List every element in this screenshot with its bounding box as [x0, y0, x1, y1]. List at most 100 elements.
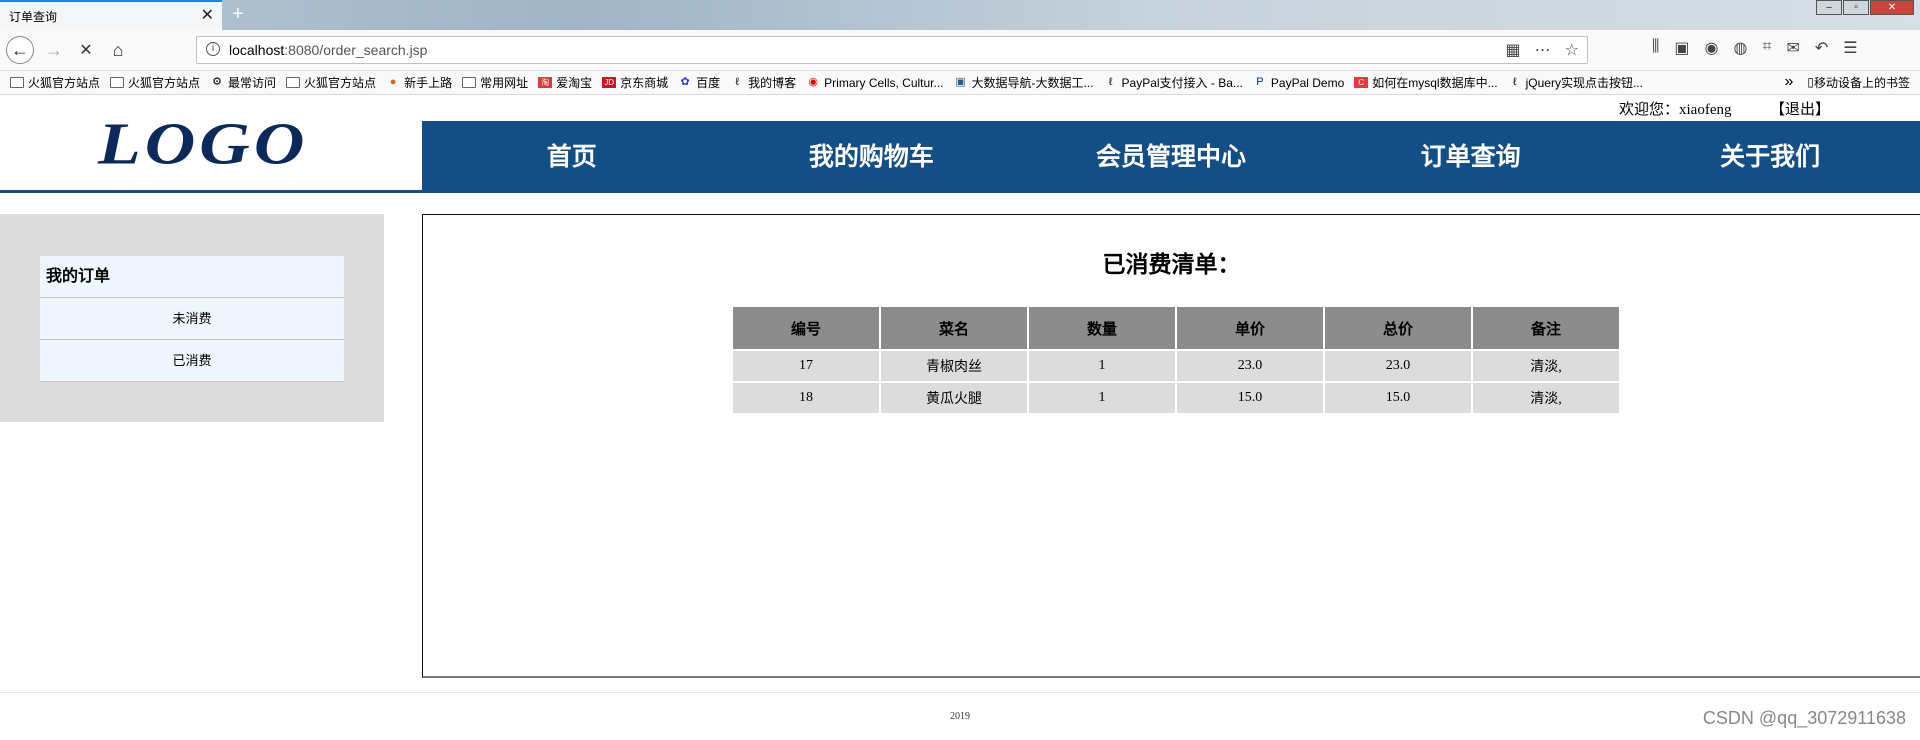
bookmark-item[interactable]: ● 新手上路	[386, 74, 452, 91]
gear-icon: ⚙	[212, 76, 222, 88]
forward-arrow-icon[interactable]: →	[40, 36, 68, 64]
nav-member-center[interactable]: 会员管理中心	[1021, 121, 1321, 193]
site-info-icon[interactable]: i	[206, 42, 220, 56]
logout-link[interactable]: 【退出】	[1770, 98, 1830, 119]
browser-tab[interactable]: 订单查询 ✕	[0, 0, 222, 30]
bookmark-label: Primary Cells, Cultur...	[824, 75, 944, 90]
undo-icon[interactable]: ↶	[1815, 38, 1828, 58]
footer-divider	[0, 692, 1920, 693]
menu-icon[interactable]: ☰	[1843, 38, 1857, 58]
close-tab-icon[interactable]: ✕	[201, 8, 214, 24]
cell-note: 清淡,	[1473, 383, 1619, 413]
bookmark-label: 常用网址	[480, 76, 529, 90]
nav-home[interactable]: 首页	[422, 121, 722, 193]
home-icon[interactable]: ⌂	[104, 36, 132, 64]
cell-note: 清淡,	[1473, 351, 1619, 381]
bookmark-label: 大数据导航-大数据工...	[971, 76, 1094, 90]
order-menu: 我的订单 未消费 已消费	[40, 256, 344, 382]
table-header-row: 编号 菜名 数量 单价 总价 备注	[733, 307, 1619, 349]
bookmark-item[interactable]: ✿ 百度	[678, 74, 721, 91]
cell-dish: 黄瓜火腿	[881, 383, 1027, 413]
sidebar-item-unconsumed[interactable]: 未消费	[40, 298, 344, 340]
cell-total: 15.0	[1325, 383, 1471, 413]
sidebar-item-consumed[interactable]: 已消费	[40, 340, 344, 382]
qr-code-icon[interactable]: ▦	[1506, 40, 1521, 60]
bookmark-label: 火狐官方站点	[128, 76, 201, 90]
bookmark-label: 火狐官方站点	[304, 76, 377, 90]
watermark: CSDN @qq_3072911638	[1702, 708, 1906, 728]
cell-unit-price: 23.0	[1177, 351, 1323, 381]
footer-year: 2019	[950, 711, 970, 722]
bookmark-label: 爱淘宝	[556, 76, 593, 90]
bookmark-item[interactable]: JD 京东商城	[602, 74, 668, 91]
column-header: 单价	[1177, 307, 1323, 349]
mobile-bookmarks-link[interactable]: 移动设备上的书签	[1814, 74, 1910, 91]
welcome-text: 欢迎您：xiaofeng	[1619, 102, 1732, 118]
bookmark-item[interactable]: P PayPal Demo	[1253, 76, 1344, 90]
content-panel: 已消费清单： 编号 菜名 数量 单价 总价 备注 17 青椒肉丝 1 23.0	[422, 214, 1920, 678]
bookmark-label: PayPal Demo	[1270, 75, 1345, 90]
folder-icon	[462, 77, 477, 88]
bookmark-item[interactable]: C 如何在mysql数据库中...	[1354, 74, 1498, 91]
bookmark-item[interactable]: 火狐官方站点	[110, 74, 200, 91]
jd-icon: JD	[602, 77, 617, 88]
cell-id: 17	[733, 351, 879, 381]
bookmark-star-icon[interactable]: ☆	[1565, 40, 1579, 60]
bookmark-item[interactable]: 常用网址	[462, 74, 528, 91]
bookmark-label: 京东商城	[620, 76, 669, 90]
bookmark-label: 我的博客	[748, 76, 797, 90]
bookmark-item[interactable]: ⚙ 最常访问	[210, 74, 276, 91]
minimize-icon[interactable]: –	[1816, 0, 1842, 15]
logo-underline	[0, 190, 422, 193]
nav-order-search[interactable]: 订单查询	[1321, 121, 1621, 193]
firefox-icon: ●	[389, 76, 397, 88]
bookmark-item[interactable]: ▣ 大数据导航-大数据工...	[954, 74, 1094, 91]
folder-icon	[286, 77, 301, 88]
sidebar: 我的订单 未消费 已消费	[0, 214, 384, 422]
bookmark-label: PayPal支付接入 - Ba...	[1121, 76, 1243, 90]
back-arrow-icon[interactable]: ←	[6, 36, 34, 64]
bookmark-item[interactable]: ℓ jQuery实现点击按钮...	[1508, 74, 1643, 91]
site-logo[interactable]: LOGO	[98, 115, 308, 175]
folder-icon	[110, 77, 125, 88]
nav-about[interactable]: 关于我们	[1620, 121, 1920, 193]
orders-table: 编号 菜名 数量 单价 总价 备注 17 青椒肉丝 1 23.0 23.0 清淡…	[731, 305, 1621, 415]
blog-icon: ℓ	[1108, 76, 1113, 88]
bookmark-item[interactable]: 淘爱淘宝	[538, 74, 592, 91]
chevron-more-icon[interactable]: »	[1784, 73, 1793, 91]
browser-tab-bar: 订单查询 ✕ + – ▫ ✕	[0, 0, 1920, 30]
column-header: 数量	[1029, 307, 1175, 349]
column-header: 编号	[733, 307, 879, 349]
library-icon[interactable]: ⫼	[1652, 38, 1659, 58]
cell-total: 23.0	[1325, 351, 1471, 381]
nav-cart[interactable]: 我的购物车	[722, 121, 1022, 193]
maximize-icon[interactable]: ▫	[1843, 0, 1869, 15]
bookmark-item[interactable]: ℓ 我的博客	[730, 74, 796, 91]
web-page: 欢迎您：xiaofeng 【退出】 LOGO 首页 我的购物车 会员管理中心 订…	[0, 96, 1920, 740]
address-bar[interactable]: i localhost:8080/order_search.jsp ▦ ⋯ ☆	[196, 36, 1588, 64]
page-actions-icon[interactable]: ⋯	[1535, 40, 1551, 60]
page-title: 已消费清单：	[1102, 251, 1241, 277]
screenshot-icon[interactable]: ⌗	[1762, 38, 1771, 58]
bookmark-item[interactable]: 火狐官方站点	[10, 74, 100, 91]
blog-icon: ℓ	[735, 76, 739, 88]
cell-unit-price: 15.0	[1177, 383, 1323, 413]
main-nav: 首页 我的购物车 会员管理中心 订单查询 关于我们	[422, 121, 1920, 193]
bookmark-item[interactable]: ℓ PayPal支付接入 - Ba...	[1104, 74, 1243, 91]
table-row: 18 黄瓜火腿 1 15.0 15.0 清淡,	[733, 383, 1619, 413]
chat-icon[interactable]: ✉	[1786, 38, 1799, 58]
window-close-icon[interactable]: ✕	[1870, 0, 1914, 15]
window-controls: – ▫ ✕	[1815, 0, 1914, 15]
account-icon[interactable]: ◉	[1705, 38, 1719, 58]
url-text[interactable]: localhost:8080/order_search.jsp	[229, 42, 427, 58]
bookmark-item[interactable]: 火狐官方站点	[286, 74, 376, 91]
bookmark-label: 最常访问	[228, 76, 277, 90]
globe-icon[interactable]: ◍	[1733, 38, 1747, 58]
tab-title: 订单查询	[9, 9, 58, 24]
stop-loading-icon[interactable]: ✕	[72, 36, 100, 64]
bookmark-label: 新手上路	[404, 76, 453, 90]
new-tab-button[interactable]: +	[232, 4, 244, 24]
url-actions: ▦ ⋯ ☆	[1506, 40, 1579, 60]
bookmark-item[interactable]: ◉ Primary Cells, Cultur...	[806, 76, 943, 90]
sidebar-icon[interactable]: ▣	[1674, 38, 1689, 58]
